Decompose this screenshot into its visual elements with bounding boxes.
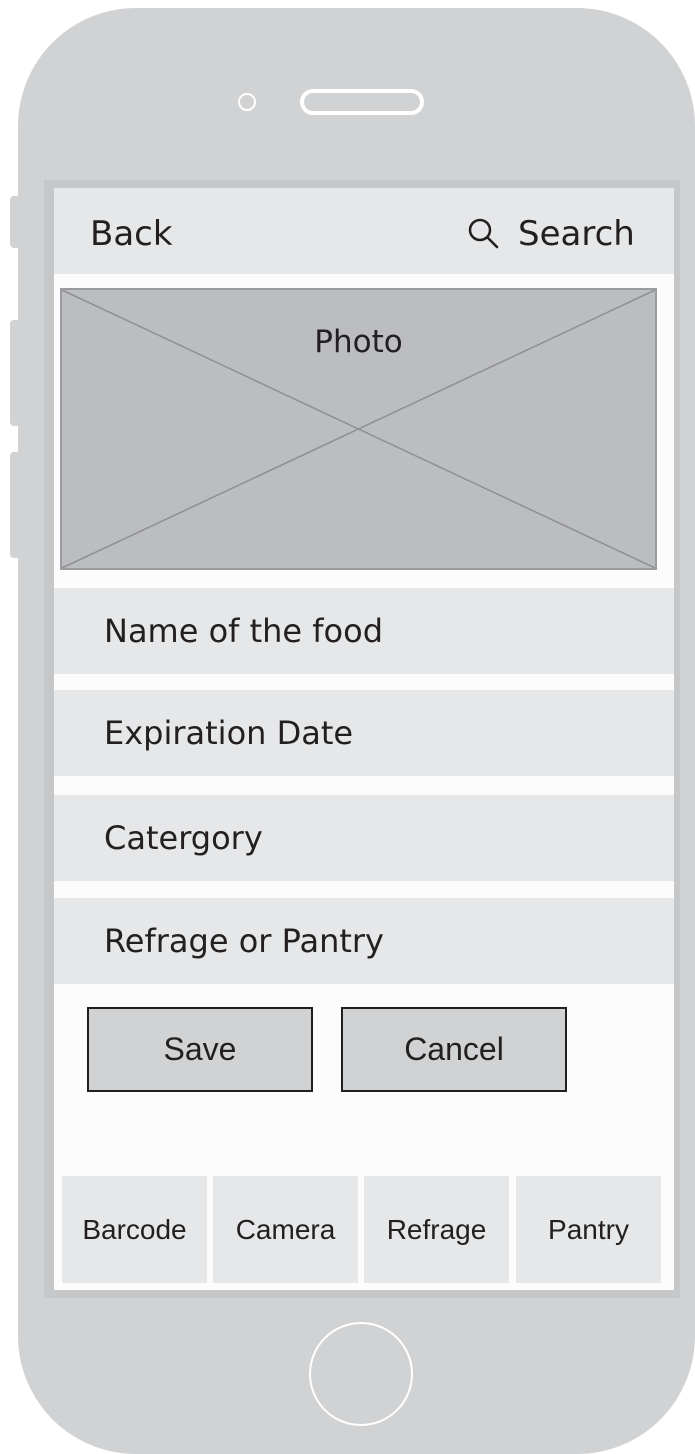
mute-switch [10, 196, 20, 248]
tab-pantry[interactable]: Pantry [516, 1176, 661, 1283]
food-name-label: Name of the food [104, 612, 384, 650]
photo-placeholder[interactable]: Photo [60, 288, 657, 570]
category-field[interactable]: Catergory [54, 795, 674, 881]
front-camera [238, 93, 256, 111]
expiration-date-field[interactable]: Expiration Date [54, 690, 674, 776]
tab-barcode[interactable]: Barcode [62, 1176, 207, 1283]
home-button[interactable] [309, 1322, 413, 1426]
save-button[interactable]: Save [87, 1007, 313, 1092]
cancel-button[interactable]: Cancel [341, 1007, 567, 1092]
tab-camera[interactable]: Camera [213, 1176, 358, 1283]
category-label: Catergory [104, 819, 263, 857]
volume-up-button [10, 320, 20, 426]
expiration-date-label: Expiration Date [104, 714, 354, 752]
tab-refrage[interactable]: Refrage [364, 1176, 509, 1283]
photo-label: Photo [314, 324, 403, 360]
earpiece-speaker [300, 89, 424, 115]
location-label: Refrage or Pantry [104, 922, 384, 960]
search-label: Search [518, 214, 635, 254]
search-icon [468, 218, 499, 249]
volume-down-button [10, 452, 20, 558]
food-name-field[interactable]: Name of the food [54, 588, 674, 674]
location-field[interactable]: Refrage or Pantry [54, 898, 674, 984]
search-button[interactable]: Search [464, 212, 635, 256]
back-button[interactable]: Back [90, 212, 173, 256]
